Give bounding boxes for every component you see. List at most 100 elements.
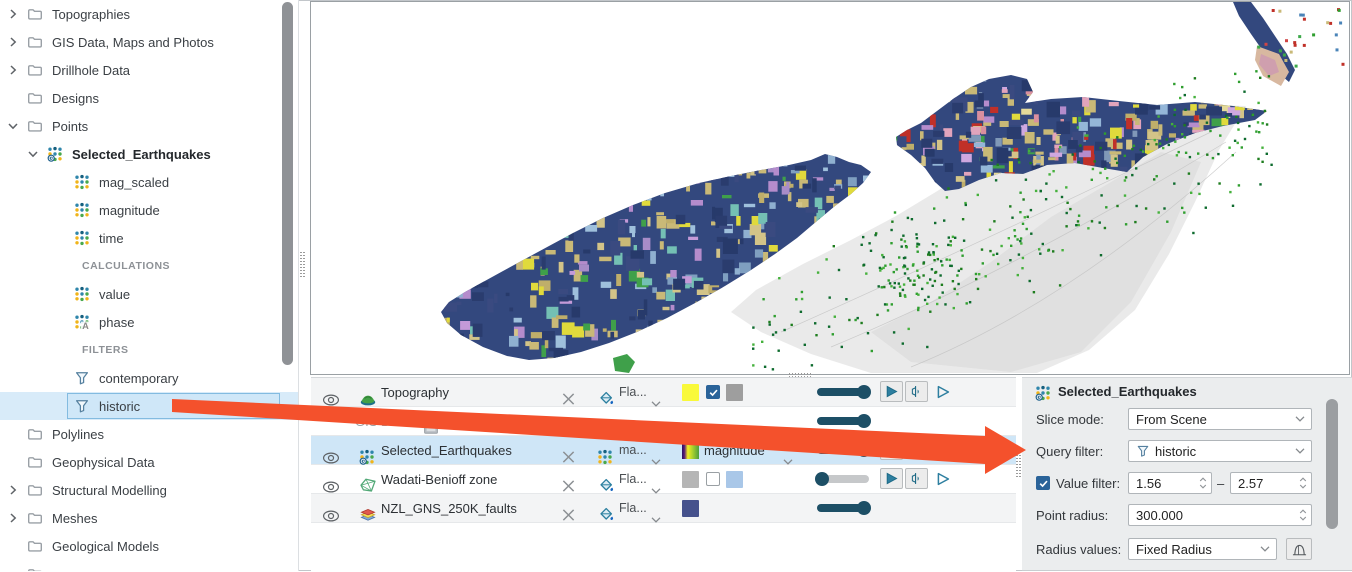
tree-item-historic[interactable]: historic [0,392,298,420]
play-outline-button[interactable] [931,468,954,489]
shape-row-wadati-benioff[interactable]: Wadati-Benioff zone Fla... [311,465,1016,494]
radius-values-select[interactable]: Fixed Radius [1128,538,1277,560]
slider-knob[interactable] [857,443,871,457]
tree-item-polylines[interactable]: Polylines [0,420,298,448]
slider-knob[interactable] [857,385,871,399]
shape-name: Topography [381,378,449,406]
value-filter-max-spinner[interactable]: 2.57 [1230,472,1312,494]
colour-swatch[interactable] [726,471,743,488]
tree-item-selected-earthquakes[interactable]: Selected_Earthquakes [0,140,298,168]
query-filter-icon [74,370,90,386]
check-icon [708,387,719,398]
tree-item-gis-data[interactable]: GIS Data, Maps and Photos [0,28,298,56]
tree-item-phase[interactable]: phase [0,308,298,336]
tree-item-time[interactable]: time [0,224,298,252]
shape-row-nzl-faults[interactable]: NZL_GNS_250K_faults Fla... [311,494,1016,523]
slider-knob[interactable] [857,501,871,515]
tree-item-contemporary[interactable]: contemporary [0,364,298,392]
tree-item-label: Points [52,119,88,134]
chevron-right-icon[interactable] [7,8,19,20]
radius-values-row: Radius values: Fixed Radius [1022,538,1352,560]
chevron-right-icon[interactable] [7,512,19,524]
tree-item-designs[interactable]: Designs [0,84,298,112]
chevron-down-icon [1295,448,1305,454]
flip-slice-button[interactable] [905,381,928,402]
spinner-arrows-icon[interactable] [1299,476,1307,490]
slice-mode-value: From Scene [1136,412,1207,427]
tree-splitter-grip[interactable] [300,252,305,278]
tree-scrollbar[interactable] [282,2,293,365]
slice-mode-label: Slice mode: [1036,408,1104,430]
tree-item-geological-models[interactable]: Geological Models [0,532,298,560]
play-outline-button[interactable] [931,381,954,402]
opacity-slider[interactable] [817,504,869,512]
value-filter-checkbox[interactable] [1036,476,1050,490]
colour-swatch[interactable] [682,500,699,517]
gis-layers-icon [359,494,377,529]
colourmap-swatch[interactable] [682,442,699,459]
tree-item-value[interactable]: value [0,280,298,308]
slider-knob[interactable] [857,414,871,428]
spinner-arrows-icon[interactable] [1199,476,1207,490]
opacity-slider[interactable] [817,446,869,454]
remove-shape-icon[interactable] [561,494,576,529]
flip-icon [909,471,924,486]
properties-scrollbar[interactable] [1326,399,1338,529]
opacity-slider[interactable] [817,388,869,396]
display-mode-label[interactable]: ma... [619,436,647,464]
chevron-down-icon[interactable] [651,494,661,534]
tree-item-mag-scaled[interactable]: mag_scaled [0,168,298,196]
chevron-down-icon[interactable] [27,148,39,160]
points-values-icon [74,174,90,190]
tree-item-label: magnitude [99,203,160,218]
query-filter-select[interactable]: historic [1128,440,1312,462]
spinner-arrows-icon[interactable] [1299,508,1307,522]
value-filter-label: Value filter: [1056,472,1120,494]
flip-slice-button[interactable] [905,468,928,489]
display-mode-label[interactable]: Fla... [619,465,647,493]
tree-item-topographies[interactable]: Topographies [0,0,298,28]
tree-item-meshes[interactable]: Meshes [0,504,298,532]
folder-icon [27,454,43,470]
point-radius-spinner[interactable]: 300.000 [1128,504,1312,526]
chevron-down-icon[interactable] [7,120,19,132]
link-checkbox[interactable] [706,385,720,399]
scene-viewport[interactable] [310,1,1350,375]
colour-swatch[interactable] [682,471,699,488]
chevron-right-icon[interactable] [7,64,19,76]
colour-swatch[interactable] [726,384,743,401]
opacity-slider[interactable] [817,475,869,483]
tree-item-label: Geological Models [52,539,159,554]
chevron-right-icon[interactable] [7,36,19,48]
tree-item-drillhole-data[interactable]: Drillhole Data [0,56,298,84]
tree-item-geophysical-data[interactable]: Geophysical Data [0,448,298,476]
colourmap-label[interactable]: magnitude [704,436,765,464]
display-mode-label[interactable]: Fla... [619,378,647,406]
shape-row-topography[interactable]: Topography Fla... [311,378,1016,407]
colour-swatch[interactable] [682,384,699,401]
slice-play-button[interactable] [880,381,903,402]
slicer-tool-button[interactable] [880,439,903,460]
display-mode-label[interactable]: Fla... [619,494,647,522]
tree-item-magnitude[interactable]: magnitude [0,196,298,224]
histogram-button[interactable] [1286,538,1312,560]
shape-row-new-zealand-250[interactable]: GIS Data... New Zealand-250 [311,407,1016,436]
value-filter-min-spinner[interactable]: 1.56 [1128,472,1212,494]
link-checkbox[interactable] [706,472,720,486]
tree-item-points[interactable]: Points [0,112,298,140]
visibility-eye-icon[interactable] [322,494,340,530]
tree-item-structural-modelling[interactable]: Structural Modelling [0,476,298,504]
slice-mode-select[interactable]: From Scene [1128,408,1312,430]
tree-item-partial[interactable] [0,560,298,571]
range-dash: – [1217,472,1224,494]
points-values-icon [74,202,90,218]
points-object-icon [47,146,63,162]
chevron-right-icon[interactable] [7,484,19,496]
slice-play-button[interactable] [880,468,903,489]
query-filter-value: historic [1155,444,1196,459]
shape-row-selected-earthquakes[interactable]: Selected_Earthquakes ma... magnitude [311,436,1016,465]
extra-tool-button[interactable] [931,439,954,460]
opacity-slider[interactable] [817,417,869,425]
slider-knob[interactable] [815,472,829,486]
panel-splitter-grip[interactable] [1016,455,1021,479]
